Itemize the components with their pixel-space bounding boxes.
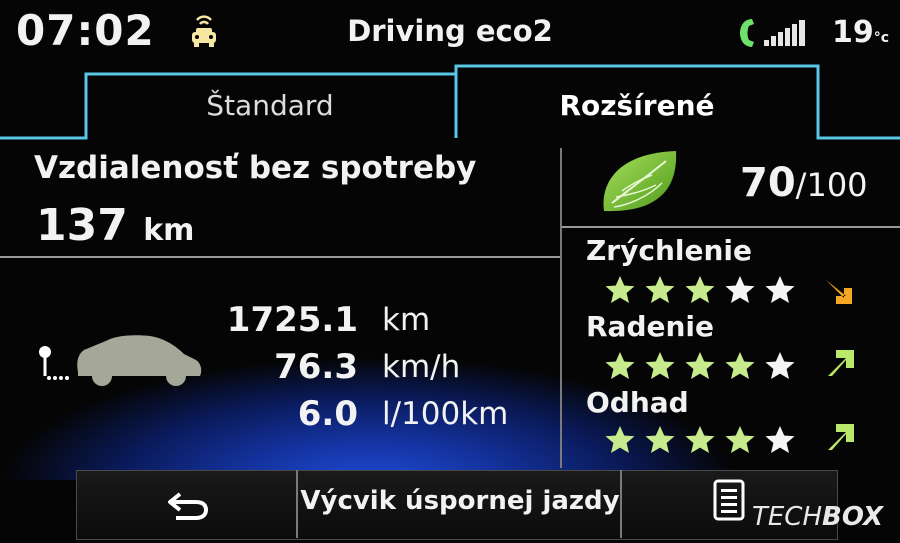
bottom-separator bbox=[296, 470, 298, 538]
trend-up-arrow-icon bbox=[828, 424, 854, 450]
eco-leaf-icon bbox=[603, 151, 677, 212]
tab-standard[interactable]: Štandard bbox=[86, 78, 454, 134]
distance-value: 137 km bbox=[36, 200, 194, 251]
star-filled-icon bbox=[645, 276, 675, 303]
watermark-part2: BOX bbox=[822, 502, 884, 532]
criterion-acceleration-label: Zrýchlenie bbox=[586, 234, 753, 267]
star-filled-icon bbox=[645, 426, 675, 453]
star-filled-icon bbox=[685, 426, 715, 453]
star-empty-icon bbox=[765, 426, 795, 453]
distance-unit: km bbox=[143, 213, 195, 248]
outside-temperature: 19°c bbox=[832, 15, 889, 50]
star-filled-icon bbox=[605, 426, 635, 453]
star-empty-icon bbox=[765, 352, 795, 379]
temperature-unit: °c bbox=[873, 30, 890, 46]
star-filled-icon bbox=[605, 352, 635, 379]
trip-distance-unit: km bbox=[382, 302, 431, 338]
star-filled-icon bbox=[685, 352, 715, 379]
eco-score-max: /100 bbox=[795, 166, 868, 204]
eco-score: 70/100 bbox=[740, 160, 868, 206]
temperature-value: 19 bbox=[832, 15, 874, 50]
star-filled-icon bbox=[725, 352, 755, 379]
trip-consumption-unit: l/100km bbox=[382, 396, 509, 432]
route-pin-icon bbox=[39, 346, 69, 380]
divider-right bbox=[562, 226, 900, 228]
signal-strength-icon bbox=[764, 20, 805, 46]
document-icon[interactable] bbox=[712, 478, 746, 522]
divider-left bbox=[0, 256, 560, 258]
trip-speed-unit: km/h bbox=[382, 349, 461, 385]
distance-number: 137 bbox=[36, 200, 128, 251]
tab-extended[interactable]: Rozšírené bbox=[456, 78, 818, 134]
criterion-anticipation-label: Odhad bbox=[586, 386, 689, 419]
distance-label: Vzdialenosť bez spotreby bbox=[34, 150, 477, 186]
divider-vertical bbox=[560, 148, 562, 468]
eco-training-button[interactable]: Výcvik úspornej jazdy bbox=[300, 486, 620, 516]
back-arrow-icon bbox=[168, 492, 209, 520]
phone-icon bbox=[740, 19, 754, 47]
trip-speed-value: 76.3 bbox=[274, 347, 358, 387]
eco-score-value: 70 bbox=[740, 160, 796, 206]
bottom-separator bbox=[620, 470, 622, 538]
star-filled-icon bbox=[645, 352, 675, 379]
trend-down-arrow-icon bbox=[826, 280, 852, 304]
watermark-part1: TECH bbox=[752, 502, 823, 532]
star-filled-icon bbox=[685, 276, 715, 303]
trend-up-arrow-icon bbox=[828, 350, 854, 376]
trip-distance-value: 1725.1 bbox=[226, 300, 358, 340]
star-empty-icon bbox=[725, 276, 755, 303]
criterion-shifting-label: Radenie bbox=[586, 310, 715, 343]
star-filled-icon bbox=[605, 276, 635, 303]
star-empty-icon bbox=[765, 276, 795, 303]
watermark: TECHBOX bbox=[752, 502, 883, 532]
star-filled-icon bbox=[725, 426, 755, 453]
trip-consumption-value: 6.0 bbox=[297, 394, 358, 434]
status-bar: 07:02 Driving eco2 19°c bbox=[0, 0, 900, 66]
